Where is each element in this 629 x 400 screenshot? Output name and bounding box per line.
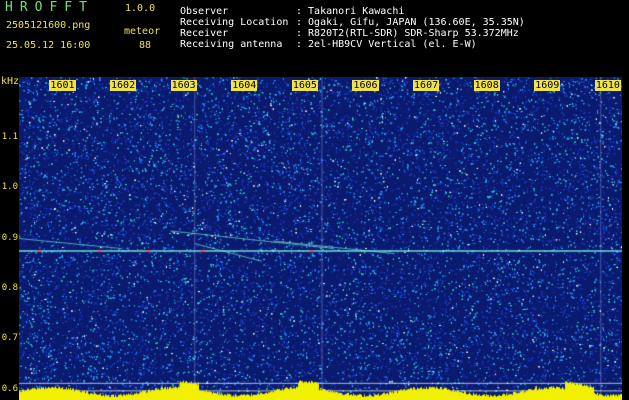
location-label: Receiving Location (180, 17, 289, 28)
observer-value: : Takanori Kawachi (296, 6, 405, 17)
x-tick-label: 1609 (534, 80, 561, 91)
y-tick-label: 1.0 (1, 182, 18, 193)
x-tick-label: 1604 (231, 80, 258, 91)
antenna-label: Receiving antenna (180, 39, 283, 50)
y-tick-label: 0.6 (1, 383, 18, 394)
y-tick-label: 0.9 (1, 232, 18, 243)
x-tick-label: 1603 (170, 80, 197, 91)
app-title: HROFFT (5, 0, 94, 15)
y-tick-label: 1.1 (1, 131, 18, 142)
x-tick-label: 1605 (291, 80, 318, 91)
spectrogram-canvas (19, 77, 622, 400)
y-axis-unit: kHz (1, 76, 20, 87)
observer-label: Observer (180, 6, 229, 17)
y-tick-label: 0.8 (1, 282, 18, 293)
meteor-count: 88 (139, 40, 152, 51)
header-panel: HROFFT 1.0.0 2505121600.png 25.05.12 16:… (0, 0, 629, 74)
x-tick-label: 1601 (49, 80, 76, 91)
location-value: : Ogaki, Gifu, JAPAN (136.60E, 35.35N) (296, 17, 525, 28)
x-tick-label: 1602 (110, 80, 137, 91)
x-tick-label: 1610 (594, 80, 621, 91)
file-name: 2505121600.png (6, 20, 91, 31)
y-tick-label: 0.7 (1, 333, 18, 344)
x-tick-label: 1607 (413, 80, 440, 91)
x-tick-label: 1606 (352, 80, 379, 91)
meteor-label: meteor (124, 26, 161, 37)
antenna-value: : 2el-HB9CV Vertical (el. E-W) (296, 39, 477, 50)
app-version: 1.0.0 (125, 3, 156, 14)
receiver-value: : R820T2(RTL-SDR) SDR-Sharp 53.372MHz (296, 28, 519, 39)
timestamp: 25.05.12 16:00 (6, 40, 91, 51)
x-tick-label: 1608 (473, 80, 500, 91)
receiver-label: Receiver (180, 28, 229, 39)
